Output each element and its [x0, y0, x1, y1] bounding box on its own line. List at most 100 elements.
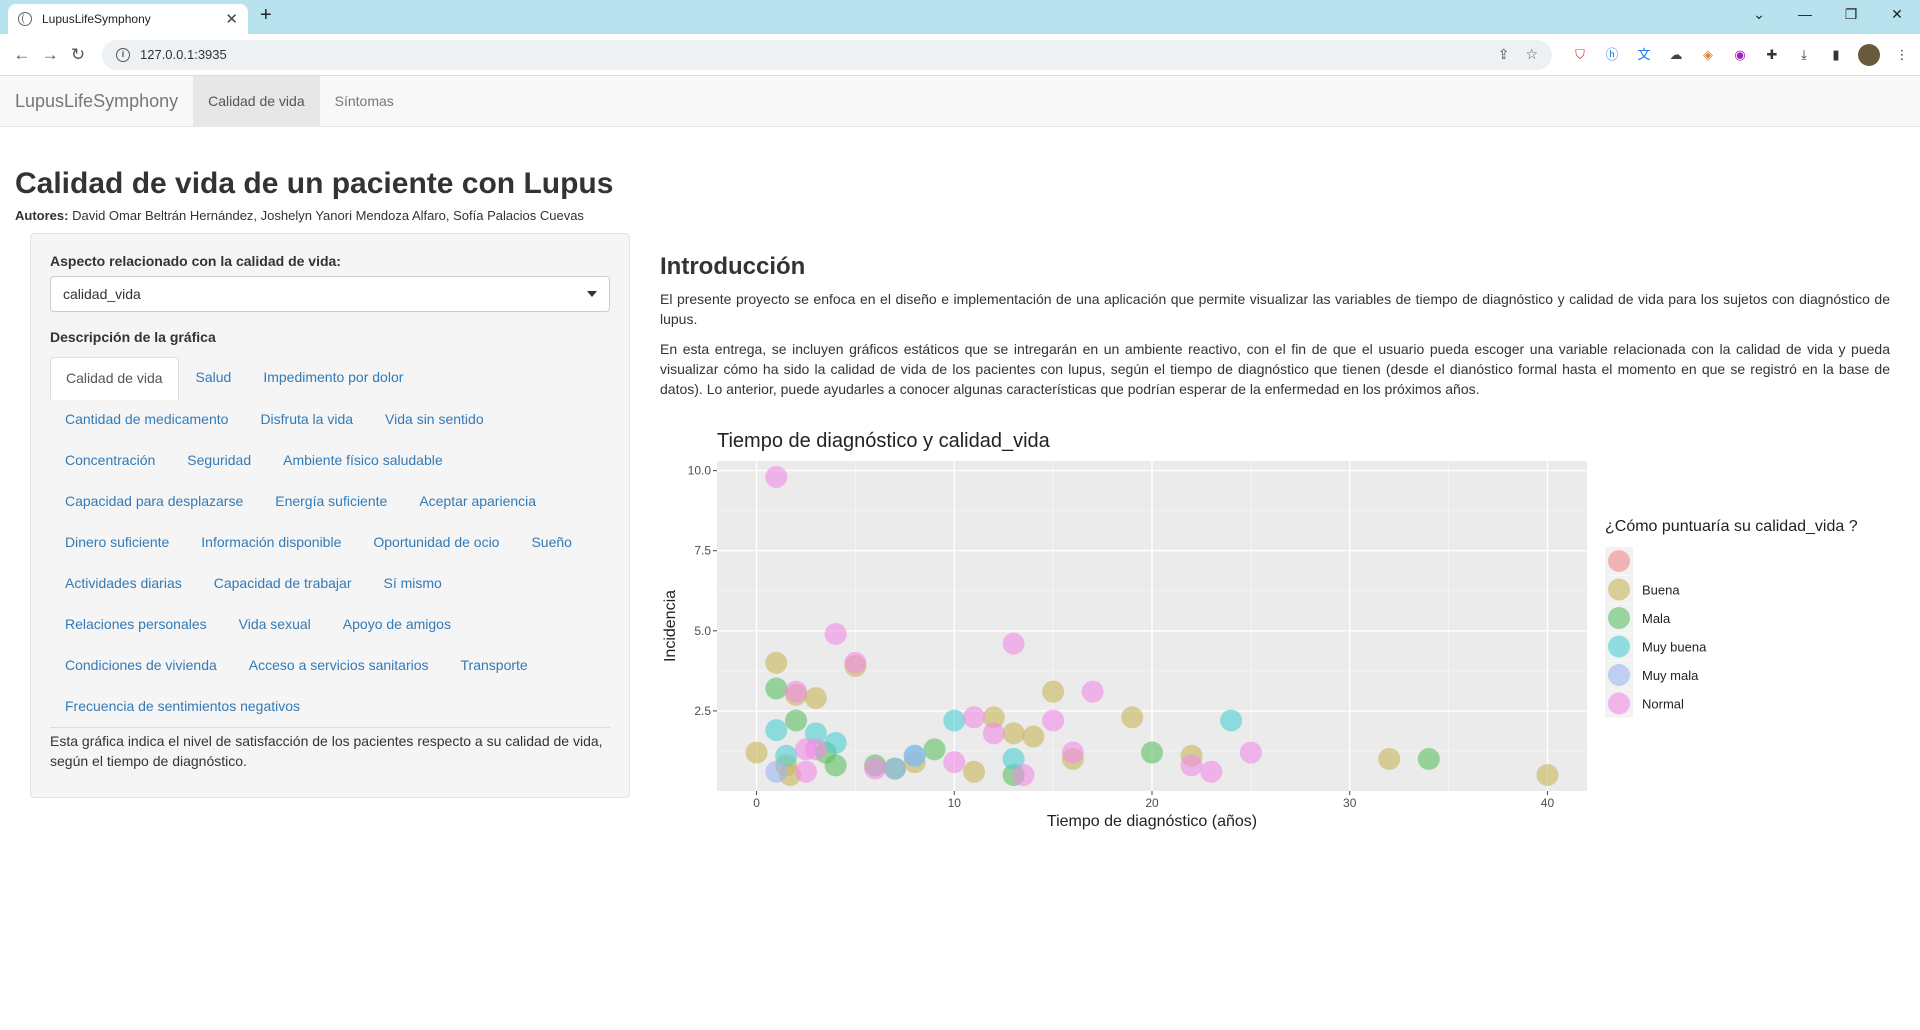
sidepanel-icon[interactable]: ▮: [1826, 45, 1846, 65]
nav-tab-sintomas[interactable]: Síntomas: [320, 76, 409, 126]
x-axis-label: Tiempo de diagnóstico (años): [1047, 813, 1257, 830]
data-point: [794, 760, 817, 783]
description-tab-16[interactable]: Actividades diarias: [50, 563, 197, 604]
description-tab-12[interactable]: Dinero suficiente: [50, 522, 184, 563]
description-tab-18[interactable]: Sí mismo: [369, 563, 457, 604]
extension-translate-icon[interactable]: 文: [1634, 45, 1654, 65]
browser-tab[interactable]: LupusLifeSymphony ✕: [8, 4, 248, 34]
data-point: [1220, 709, 1243, 732]
site-info-icon[interactable]: i: [116, 47, 130, 62]
close-window-button[interactable]: ✕: [1874, 0, 1920, 30]
globe-icon: [18, 12, 32, 26]
browser-tabstrip: LupusLifeSymphony ✕ + ⌄ — ❐ ✕: [0, 0, 1920, 34]
data-point: [785, 680, 808, 703]
description-tab-13[interactable]: Información disponible: [186, 522, 356, 563]
description-tab-3[interactable]: Cantidad de medicamento: [50, 399, 243, 440]
description-tab-0[interactable]: Calidad de vida: [50, 357, 179, 400]
restore-button[interactable]: ❐: [1828, 0, 1874, 30]
aspect-select-value[interactable]: calidad_vida: [63, 286, 587, 302]
menu-kebab-icon[interactable]: ⋮: [1892, 45, 1912, 65]
browser-toolbar: ← → ↻ i 127.0.0.1:3935 ⇪ ☆ ⛉ ⓗ 文 ☁ ◈ ◉ ✚…: [0, 34, 1920, 76]
forward-icon[interactable]: →: [36, 45, 64, 65]
minimize-button[interactable]: —: [1782, 0, 1828, 30]
extension-orange-icon[interactable]: ◈: [1698, 45, 1718, 65]
x-tick-label: 40: [1541, 796, 1555, 810]
legend-key-dot: [1608, 664, 1630, 686]
extension-purple-icon[interactable]: ◉: [1730, 45, 1750, 65]
description-tab-7[interactable]: Seguridad: [172, 440, 266, 481]
description-tab-20[interactable]: Vida sexual: [224, 604, 326, 645]
chevron-down-icon[interactable]: [587, 291, 597, 297]
legend-key-dot: [1608, 692, 1630, 715]
data-point: [923, 738, 946, 761]
description-tab-10[interactable]: Energía suficiente: [260, 481, 402, 522]
description-tab-6[interactable]: Concentración: [50, 440, 170, 481]
description-tab-24[interactable]: Transporte: [446, 645, 543, 686]
description-tab-15[interactable]: Sueño: [516, 522, 586, 563]
description-tab-11[interactable]: Aceptar apariencia: [404, 481, 551, 522]
data-point: [765, 651, 788, 674]
legend-key-dot: [1608, 607, 1630, 629]
data-point: [1200, 760, 1223, 783]
profile-avatar[interactable]: [1858, 43, 1880, 66]
data-point: [1022, 725, 1045, 748]
new-tab-button[interactable]: +: [260, 4, 272, 27]
bookmark-star-icon[interactable]: ☆: [1525, 46, 1538, 63]
scatter-chart-svg: Tiempo de diagnóstico y calidad_vida 0 10 2…: [662, 430, 1858, 830]
y-tick-label: 7.5: [694, 544, 711, 558]
main-panel: Introducción El presente proyecto se enf…: [660, 233, 1890, 841]
reload-icon[interactable]: ↻: [64, 45, 92, 65]
description-tab-17[interactable]: Capacidad de trabajar: [199, 563, 367, 604]
description-tab-22[interactable]: Condiciones de vivienda: [50, 645, 232, 686]
description-tab-9[interactable]: Capacidad para desplazarse: [50, 481, 258, 522]
description-tab-5[interactable]: Vida sin sentido: [370, 399, 499, 440]
app-brand[interactable]: LupusLifeSymphony: [0, 76, 193, 126]
download-icon[interactable]: ⤓: [1794, 45, 1814, 65]
description-tab-21[interactable]: Apoyo de amigos: [328, 604, 466, 645]
data-point: [804, 738, 827, 761]
y-tick-label: 2.5: [694, 704, 711, 718]
description-tab-25[interactable]: Frecuencia de sentimientos negativos: [50, 686, 315, 727]
extension-cloud-icon[interactable]: ☁: [1666, 45, 1686, 65]
chart-title: Tiempo de diagnóstico y calidad_vida: [717, 430, 1051, 452]
tab-search-icon[interactable]: ⌄: [1736, 0, 1782, 30]
description-tab-2[interactable]: Impedimento por dolor: [248, 357, 418, 399]
data-point: [1061, 741, 1084, 764]
description-label: Descripción de la gráfica: [50, 329, 216, 345]
share-icon[interactable]: ⇪: [1498, 46, 1510, 63]
description-tab-19[interactable]: Relaciones personales: [50, 604, 222, 645]
legend-label: Buena: [1642, 583, 1680, 598]
extension-shield-icon[interactable]: ⛉: [1570, 45, 1590, 65]
nav-tab-calidad-de-vida[interactable]: Calidad de vida: [193, 76, 320, 126]
legend-key-dot: [1608, 550, 1630, 572]
description-tab-1[interactable]: Salud: [181, 357, 247, 399]
extension-hp-icon[interactable]: ⓗ: [1602, 45, 1622, 65]
legend-label: Normal: [1642, 697, 1684, 712]
data-point: [1417, 747, 1440, 770]
page-content: Calidad de vida de un paciente con Lupus…: [0, 166, 1920, 841]
description-tab-23[interactable]: Acceso a servicios sanitarios: [234, 645, 444, 686]
address-bar[interactable]: i 127.0.0.1:3935 ⇪ ☆: [102, 39, 1552, 70]
aspect-select[interactable]: calidad_vida: [50, 276, 610, 312]
back-icon[interactable]: ←: [8, 45, 36, 65]
data-point: [982, 722, 1005, 745]
data-point: [1012, 763, 1035, 786]
data-point: [1081, 680, 1104, 703]
extensions-puzzle-icon[interactable]: ✚: [1762, 45, 1782, 65]
x-tick-label: 30: [1343, 796, 1357, 810]
close-tab-icon[interactable]: ✕: [225, 10, 238, 28]
intro-paragraph-2: En esta entrega, se incluyen gráficos es…: [660, 341, 1890, 397]
data-point: [785, 709, 808, 732]
y-axis-label: Incidencia: [662, 590, 679, 662]
description-tab-14[interactable]: Oportunidad de ocio: [358, 522, 514, 563]
legend-label: Muy buena: [1642, 640, 1707, 655]
data-point: [963, 760, 986, 783]
app-navbar: LupusLifeSymphony Calidad de vida Síntom…: [0, 76, 1920, 127]
data-point: [804, 687, 827, 710]
data-point: [1141, 741, 1163, 764]
url-text[interactable]: 127.0.0.1:3935: [140, 47, 1482, 62]
data-point: [1239, 741, 1262, 764]
description-tab-4[interactable]: Disfruta la vida: [245, 399, 368, 440]
intro-paragraph-1: El presente proyecto se enfoca en el dis…: [660, 291, 1890, 327]
description-tab-8[interactable]: Ambiente físico saludable: [268, 440, 458, 481]
